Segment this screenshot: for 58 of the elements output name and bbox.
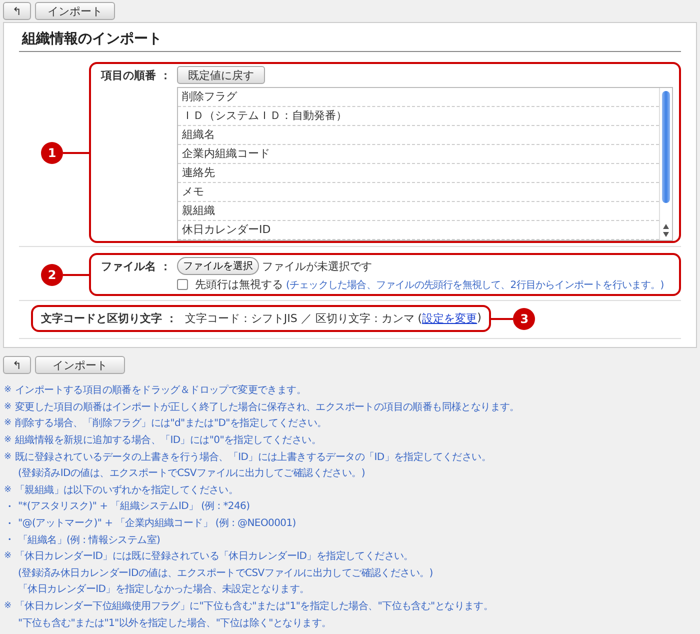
note-text: "下位も含む"または"1"以外を指定した場合、"下位は除く"となります。 — [18, 616, 332, 630]
note-mark: ※ — [4, 551, 12, 562]
callout-badge: 2 — [41, 264, 63, 286]
note-text: "@(アットマーク)" + 「企業内組織コード」 (例 : @NEO0001) — [18, 516, 296, 530]
list-item[interactable]: 企業内組織コード — [178, 145, 659, 164]
file-status: ファイルが未選択です — [262, 258, 372, 274]
skip-header-checkbox[interactable] — [177, 279, 188, 290]
callout-badge: 1 — [41, 142, 63, 164]
note-text: 「休日カレンダーID」には既に登録されている「休日カレンダーID」を指定してください。 — [15, 550, 414, 564]
list-item[interactable]: 親組織 — [178, 202, 659, 221]
note-mark: ※ — [4, 435, 12, 446]
encoding-label: 文字コードと区切り文字 ： — [41, 311, 177, 326]
choose-file-button[interactable]: ファイルを選択 — [177, 257, 259, 275]
scroll-down-icon[interactable] — [663, 232, 669, 237]
scrollbar[interactable] — [659, 88, 672, 240]
list-item[interactable]: 連絡先 — [178, 164, 659, 183]
import-button[interactable]: インポート — [35, 356, 125, 374]
note-text: 削除する場合、「削除フラグ」には"d"または"D"を指定してください。 — [15, 416, 327, 430]
scroll-up-icon[interactable] — [663, 224, 669, 229]
note-text: 既に登録されているデータの上書きを行う場合、「ID」には上書きするデータの「ID」を指定してください。 — [15, 450, 491, 464]
note-text: 「休日カレンダーID」を指定しなかった場合、未設定となります。 — [18, 582, 310, 596]
bullet-mark: ・ — [4, 532, 16, 548]
note-text: 「親組織」は以下のいずれかを指定してください。 — [15, 484, 238, 497]
note-text: 組織情報を新規に追加する場合、「ID」には"0"を指定してください。 — [15, 434, 322, 448]
closing-paren: ) — [477, 311, 482, 326]
note-mark: ※ — [4, 402, 12, 412]
list-item[interactable]: 削除フラグ — [178, 88, 659, 107]
note-mark: ※ — [4, 601, 12, 612]
list-item[interactable]: 休日カレンダーID — [178, 221, 659, 240]
order-label: 項目の順番 ： — [100, 68, 171, 83]
note-text: インポートする項目の順番をドラッグ＆ドロップで変更できます。 — [15, 384, 306, 398]
back-button[interactable]: ↰ — [3, 356, 31, 374]
note-mark: ※ — [4, 385, 12, 396]
back-button[interactable]: ↰ — [3, 2, 31, 20]
change-settings-link[interactable]: 設定を変更 — [422, 311, 478, 326]
page-title: 組織情報のインポート — [19, 27, 681, 52]
list-item[interactable]: ＩＤ（システムＩＤ：自動発番） — [178, 107, 659, 126]
list-item[interactable]: 組織名 — [178, 126, 659, 145]
file-label: ファイル名 ： — [100, 259, 171, 274]
encoding-value: 文字コード：シフトJIS ／ 区切り文字：カンマ ( — [184, 311, 422, 326]
note-mark: ※ — [4, 452, 12, 462]
note-mark: ※ — [4, 418, 12, 428]
field-order-list[interactable]: 削除フラグ ＩＤ（システムＩＤ：自動発番） 組織名 企業内組織コード 連絡先 メモ 親組織 休日カレンダーID — [177, 87, 673, 241]
note-text: (登録済みIDの値は、エクスポートでCSVファイルに出力してご確認ください。) — [18, 466, 365, 480]
bullet-mark: ・ — [4, 516, 16, 531]
hint-text: (チェックした場合、ファイルの先頭行を無視して、2行目からインポートを行います。) — [286, 278, 664, 292]
reset-button[interactable]: 既定値に戻す — [177, 66, 265, 84]
note-text: "*(アスタリスク)" + 「組織システムID」 (例 : *246) — [18, 500, 250, 514]
bullet-mark: ・ — [4, 498, 16, 514]
callout-badge: 3 — [513, 308, 536, 330]
checkbox-label: 先頭行は無視する — [195, 277, 283, 292]
note-text: 変更した項目の順番はインポートが正しく終了した場合に保存され、エクスポートの項目の順番も同様となります。 — [15, 400, 520, 414]
note-text: 「休日カレンダー下位組織使用フラグ」に"下位も含む"または"1"を指定した場合、"下位も含む"となります。 — [15, 600, 494, 614]
import-button[interactable]: インポート — [35, 2, 115, 20]
note-text: 「組織名」(例 : 情報システム室) — [18, 534, 160, 547]
list-item[interactable]: メモ — [178, 183, 659, 202]
note-mark: ※ — [4, 484, 12, 495]
note-text: (登録済み休日カレンダーIDの値は、エクスポートでCSVファイルに出力してご確認ください。) — [18, 566, 433, 580]
